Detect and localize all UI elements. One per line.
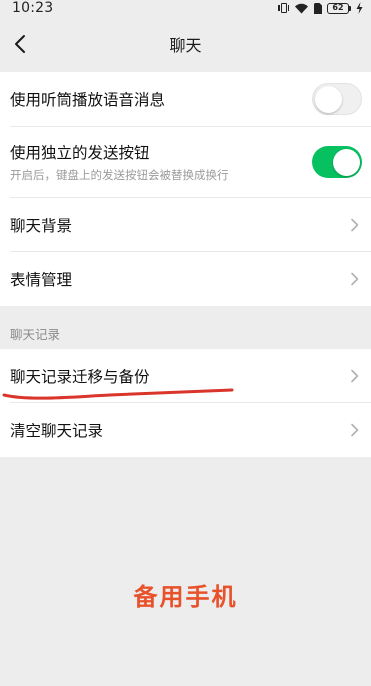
status-icons: 62 [278, 2, 363, 14]
nav-bar: 聊天 [0, 16, 371, 72]
status-time: 10:23 [12, 0, 54, 16]
chevron-right-icon [351, 272, 359, 286]
wifi-icon [295, 3, 308, 14]
chat-history-section-header: 聊天记录 [10, 327, 61, 342]
sticker-management-row[interactable]: 表情管理 [0, 252, 371, 306]
separate-send-button-toggle[interactable] [312, 146, 362, 178]
separate-send-button-label: 使用独立的发送按钮 [10, 144, 150, 162]
separate-send-button-row: 使用独立的发送按钮 开启后，键盘上的发送按钮会被替换成换行 [0, 127, 371, 197]
charging-icon [356, 2, 363, 14]
sticker-management-label: 表情管理 [10, 271, 73, 289]
back-button[interactable] [6, 30, 34, 58]
chat-settings-screen: 10:23 62 聊天 使用听筒播放语音消息 使用独立的发送按钮 开启后，键盘上… [0, 0, 371, 686]
sim-icon [314, 2, 322, 14]
listen-earpiece-row: 使用听筒播放语音消息 [0, 72, 371, 126]
chat-background-label: 聊天背景 [10, 216, 73, 235]
status-bar: 10:23 62 [0, 0, 371, 16]
overlay-caption: 备用手机 [133, 583, 238, 611]
chevron-right-icon [351, 423, 359, 437]
toggle-knob [315, 85, 342, 113]
back-arrow-icon [15, 35, 25, 53]
chat-background-row[interactable]: 聊天背景 [0, 198, 371, 251]
listen-earpiece-toggle[interactable] [312, 83, 362, 115]
chat-history-group: 聊天记录迁移与备份 清空聊天记录 [0, 349, 371, 457]
chevron-right-icon [351, 218, 359, 231]
separate-send-button-text: 使用独立的发送按钮 开启后，键盘上的发送按钮会被替换成换行 [10, 141, 229, 183]
page-title: 聊天 [169, 36, 202, 55]
vibrate-icon [278, 3, 289, 13]
migrate-backup-label: 聊天记录迁移与备份 [10, 367, 150, 386]
listen-earpiece-label: 使用听筒播放语音消息 [10, 91, 166, 109]
clear-history-label: 清空聊天记录 [10, 422, 104, 440]
migrate-backup-row[interactable]: 聊天记录迁移与备份 [0, 349, 371, 402]
chevron-right-icon [351, 369, 359, 382]
battery-icon: 62 [327, 2, 351, 14]
toggle-knob [332, 148, 360, 176]
chat-settings-group: 使用听筒播放语音消息 使用独立的发送按钮 开启后，键盘上的发送按钮会被替换成换行… [0, 72, 371, 306]
separate-send-button-description: 开启后，键盘上的发送按钮会被替换成换行 [10, 168, 229, 182]
battery-level: 62 [327, 2, 349, 14]
clear-history-row[interactable]: 清空聊天记录 [0, 403, 371, 457]
